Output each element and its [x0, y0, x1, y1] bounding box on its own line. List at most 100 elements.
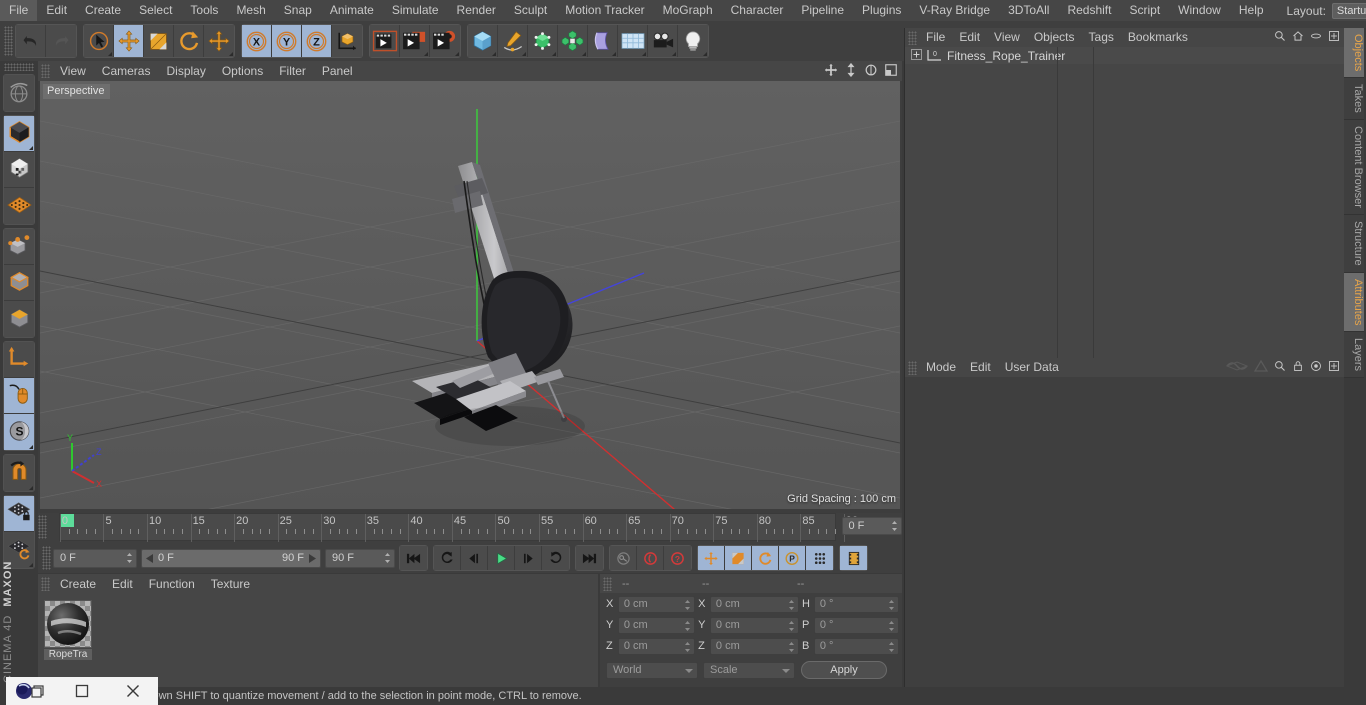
render-settings-button[interactable]: [430, 25, 460, 57]
record-parameter-button[interactable]: [806, 546, 833, 570]
menu-item-redshift[interactable]: Redshift: [1058, 0, 1120, 21]
expand-toggle-icon[interactable]: [911, 48, 922, 63]
object-menu-objects[interactable]: Objects: [1027, 28, 1082, 47]
lock-icon[interactable]: [1292, 360, 1304, 375]
viewport-menu-panel[interactable]: Panel: [314, 61, 361, 81]
add-spline-button[interactable]: [498, 25, 528, 57]
spinner-icon[interactable]: [788, 620, 795, 632]
coordinate-mode-dropdown[interactable]: Scale: [703, 661, 795, 679]
zoom-icon[interactable]: [844, 62, 858, 80]
spinner-icon[interactable]: [888, 620, 895, 632]
object-tree[interactable]: 0 Fitness_Rope_Trainer: [905, 47, 1344, 358]
spinner-icon[interactable]: [788, 599, 795, 611]
search-icon[interactable]: [1274, 360, 1286, 375]
dock-tab-structure[interactable]: Structure: [1344, 214, 1364, 273]
coordinate-position-x-field[interactable]: 0 cm: [617, 595, 696, 613]
material-menu-function[interactable]: Function: [141, 574, 203, 594]
preview-range-bar[interactable]: 0 F 90 F: [141, 548, 321, 568]
spinner-icon[interactable]: [684, 599, 691, 611]
edges-mode-button[interactable]: [4, 265, 34, 301]
transport-end-frame-field[interactable]: 90 F: [325, 548, 395, 568]
menu-item-snap[interactable]: Snap: [275, 0, 321, 21]
maximize-viewport-icon[interactable]: [884, 63, 898, 80]
spinner-icon[interactable]: [788, 641, 795, 653]
scale-tool[interactable]: [144, 25, 174, 57]
points-mode-button[interactable]: [4, 229, 34, 265]
viewport-menu-cameras[interactable]: Cameras: [94, 61, 159, 81]
free-move-tool[interactable]: [204, 25, 234, 57]
pan-icon[interactable]: [824, 63, 838, 80]
coordinate-position-z-field[interactable]: 0 cm: [617, 637, 696, 655]
material-menu-texture[interactable]: Texture: [203, 574, 258, 594]
lock-z-axis-button[interactable]: Z: [302, 25, 332, 57]
lock-y-axis-button[interactable]: Y: [272, 25, 302, 57]
object-menu-tags[interactable]: Tags: [1082, 28, 1121, 47]
dock-tab-objects[interactable]: Objects: [1344, 28, 1364, 79]
add-deformer-button[interactable]: [588, 25, 618, 57]
home-icon[interactable]: [1292, 30, 1304, 45]
material-menu-edit[interactable]: Edit: [104, 574, 141, 594]
menu-item-3dtoall[interactable]: 3DToAll: [999, 0, 1058, 21]
coordinate-rotation-b-field[interactable]: 0 °: [813, 637, 899, 655]
coordinate-position-y-field[interactable]: 0 cm: [617, 616, 696, 634]
coordinate-size-x-field[interactable]: 0 cm: [709, 595, 799, 613]
make-editable-button[interactable]: [4, 116, 34, 152]
new-layer-icon[interactable]: [1328, 30, 1340, 45]
world-object-coords-button[interactable]: [332, 25, 362, 57]
menu-item-render[interactable]: Render: [448, 0, 505, 21]
record-pla-button[interactable]: P: [779, 546, 806, 570]
object-row-fitness-rope-trainer[interactable]: 0 Fitness_Rope_Trainer: [905, 47, 1344, 64]
menu-item-sculpt[interactable]: Sculpt: [505, 0, 556, 21]
material-menu-create[interactable]: Create: [52, 574, 104, 594]
render-view-button[interactable]: [370, 25, 400, 57]
dock-tab-attributes[interactable]: Attributes: [1344, 272, 1364, 333]
object-menu-file[interactable]: File: [919, 28, 952, 47]
spinner-icon[interactable]: [684, 620, 691, 632]
object-menu-view[interactable]: View: [987, 28, 1027, 47]
workplane-button[interactable]: [4, 188, 34, 224]
menu-item-help[interactable]: Help: [1230, 0, 1273, 21]
rotate-tool[interactable]: [174, 25, 204, 57]
record-rotation-button[interactable]: [752, 546, 779, 570]
enable-snap-button[interactable]: [4, 455, 34, 491]
material-manager-grip[interactable]: [41, 577, 50, 591]
menu-item-script[interactable]: Script: [1120, 0, 1169, 21]
menu-item-window[interactable]: Window: [1169, 0, 1230, 21]
lock-x-axis-button[interactable]: X: [242, 25, 272, 57]
attributes-grip[interactable]: [908, 360, 917, 375]
attributes-menu-user-data[interactable]: User Data: [998, 358, 1066, 377]
new-tab-icon[interactable]: [1328, 360, 1340, 375]
material-preview-thumbnail[interactable]: [44, 600, 92, 648]
menu-item-plugins[interactable]: Plugins: [853, 0, 910, 21]
menu-item-v-ray-bridge[interactable]: V-Ray Bridge: [910, 0, 999, 21]
menu-item-file[interactable]: File: [0, 0, 38, 21]
redo-button[interactable]: [46, 25, 76, 57]
menu-item-mesh[interactable]: Mesh: [227, 0, 274, 21]
viewport-canvas[interactable]: Perspective Y X Z Grid Spacing: 100 cm: [40, 81, 900, 509]
close-window-button[interactable]: [107, 677, 158, 705]
dock-tab-layers[interactable]: Layers: [1344, 332, 1364, 379]
timeline-ruler[interactable]: 051015202530354045505560657075808590: [58, 513, 858, 542]
transport-current-frame-field[interactable]: 0 F: [53, 548, 137, 568]
menu-item-motion-tracker[interactable]: Motion Tracker: [556, 0, 653, 21]
toolbar-grip[interactable]: [4, 26, 13, 56]
object-manager-grip[interactable]: [908, 30, 917, 45]
timeline-mode-button[interactable]: [840, 546, 867, 570]
go-to-end-button[interactable]: [576, 546, 603, 570]
menu-item-simulate[interactable]: Simulate: [383, 0, 448, 21]
timeline-current-frame-field[interactable]: 0 F: [842, 517, 903, 535]
live-selection-tool[interactable]: [84, 25, 114, 57]
undo-button[interactable]: [16, 25, 46, 57]
viewport-menu-filter[interactable]: Filter: [271, 61, 314, 81]
transport-grip[interactable]: [42, 546, 51, 570]
menu-item-animate[interactable]: Animate: [321, 0, 383, 21]
next-keyframe-button[interactable]: [542, 546, 569, 570]
menu-item-character[interactable]: Character: [722, 0, 793, 21]
polygons-mode-button[interactable]: [4, 301, 34, 337]
add-camera-button[interactable]: [648, 25, 678, 57]
coordinate-rotation-p-field[interactable]: 0 °: [813, 616, 899, 634]
previous-keyframe-button[interactable]: [434, 546, 461, 570]
viewport-grip[interactable]: [41, 64, 50, 78]
apply-button[interactable]: Apply: [801, 661, 887, 679]
left-palette-grip[interactable]: [4, 63, 34, 71]
